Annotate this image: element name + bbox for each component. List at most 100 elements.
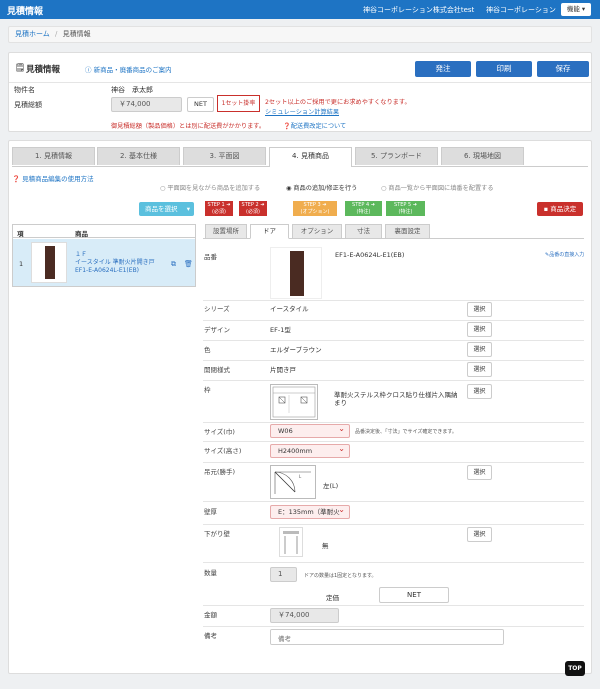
- breadcrumb-home-link[interactable]: 見積ホーム: [15, 30, 50, 38]
- frame-diagram: [270, 384, 318, 420]
- quantity-field: 1: [270, 567, 297, 582]
- subtab-back-setting[interactable]: 裏面設定: [385, 224, 430, 239]
- app-title: 見積情報: [7, 7, 44, 17]
- total-label: 見積総額: [14, 101, 42, 109]
- step-4[interactable]: STEP 4 ➜ (特注): [345, 201, 382, 216]
- quantity-note: ドアの数量は1固定となります。: [304, 573, 377, 579]
- subtab-option[interactable]: オプション: [292, 224, 342, 239]
- estimate-card: 🗒 見積情報 ⓘ 新商品・廃番商品のご案内 発注 印刷 保存 物件名 神谷 承太…: [8, 52, 592, 132]
- drop-wall-diagram-icon: [283, 531, 299, 554]
- list-price-toggle[interactable]: 定価: [326, 592, 339, 602]
- step-3[interactable]: STEP 3 ➜ (オプション): [293, 201, 337, 216]
- shipping-note: 御見積総額（製品価格）とは別に配送費がかかります。: [111, 123, 266, 130]
- remark-field[interactable]: [270, 629, 504, 645]
- breadcrumb-current: 見積情報: [62, 30, 91, 38]
- select-product-button[interactable]: 商品を選択 ▾: [139, 202, 194, 216]
- open-style-label: 開閉様式: [204, 366, 230, 374]
- wall-thickness-select[interactable]: E：135mm（準耐火: [270, 504, 350, 519]
- tab-basic-spec[interactable]: 2. 基本仕様: [97, 147, 180, 165]
- net-toggle-button[interactable]: NET: [379, 587, 449, 603]
- hinge-diagram: L: [270, 465, 316, 499]
- caret-down-icon: ▾: [186, 205, 190, 213]
- tab-site-map[interactable]: 6. 現場地図: [441, 147, 524, 165]
- open-style-select-button[interactable]: 選択: [467, 362, 492, 377]
- height-select[interactable]: H2400mm: [270, 443, 350, 458]
- remark-label: 備考: [204, 632, 217, 640]
- copy-icon[interactable]: ⧉: [171, 260, 176, 269]
- frame-label: 枠: [204, 386, 211, 394]
- estimate-title: 見積情報: [26, 65, 61, 75]
- company-name: 神谷コーポレーション株式会社test: [363, 6, 475, 14]
- user-company: 神谷コーポレーション: [486, 6, 556, 14]
- quantity-label: 数量: [204, 569, 217, 577]
- order-button[interactable]: 発注: [415, 61, 471, 77]
- howto-link[interactable]: ❓ 見積商品編集の使用方法: [12, 173, 94, 183]
- trash-icon[interactable]: 🗑: [184, 260, 193, 268]
- property-value: 神谷 承太郎: [111, 86, 153, 94]
- design-label: デザイン: [204, 326, 230, 334]
- row-thumbnail: [31, 242, 67, 283]
- hinge-select-button[interactable]: 選択: [467, 465, 492, 480]
- simulation-link[interactable]: シミュレーション計算結果: [265, 107, 339, 116]
- color-select-button[interactable]: 選択: [467, 342, 492, 357]
- decide-product-button[interactable]: ▪ 商品決定: [537, 202, 583, 216]
- radio-add-edit[interactable]: ◉ 商品の追加/修正を行う: [286, 183, 357, 192]
- print-button[interactable]: 印刷: [476, 61, 532, 77]
- open-style-value: 片開き戸: [270, 366, 296, 374]
- save-button[interactable]: 保存: [537, 61, 589, 77]
- drop-wall-value: 無: [322, 542, 329, 550]
- design-value: EF-1型: [270, 326, 291, 334]
- subtab-door[interactable]: ドア: [250, 224, 289, 239]
- wall-thickness-label: 壁厚: [204, 508, 217, 516]
- amount-value: ￥74,000: [270, 608, 339, 623]
- radio-add-from-plan[interactable]: ○ 平面図を見ながら商品を追加する: [160, 183, 260, 192]
- step-5[interactable]: STEP 5 ➜ (特注): [386, 201, 425, 216]
- width-note: 品番決定後、「寸法」でサイズ確定できます。: [355, 429, 457, 435]
- product-list-header: [12, 224, 196, 238]
- series-value: イースタイル: [270, 305, 309, 313]
- tab-estimate-products[interactable]: 4. 見積商品: [269, 147, 352, 167]
- frame-select-button[interactable]: 選択: [467, 384, 492, 399]
- top-navbar: 見積情報 神谷コーポレーション株式会社test 神谷コーポレーション 機能 ▾: [0, 0, 600, 19]
- radio-place-from-list[interactable]: ○ 商品一覧から平面図に填番を配置する: [381, 183, 494, 192]
- subtab-dimension[interactable]: 寸法: [345, 224, 382, 239]
- set-note: 2セット以上のご採用で更にお求めやすくなります。: [265, 99, 411, 106]
- width-select[interactable]: W06: [270, 423, 350, 438]
- frame-diagram-icon: [272, 386, 316, 418]
- tab-estimate-info[interactable]: 1. 見積情報: [12, 147, 95, 165]
- height-label: サイズ(高さ): [204, 447, 242, 455]
- question-icon: ❓: [283, 123, 291, 130]
- document-icon: 🗒: [15, 63, 26, 72]
- back-to-top-button[interactable]: TOP: [565, 661, 585, 676]
- design-select-button[interactable]: 選択: [467, 322, 492, 337]
- amount-label: 金額: [204, 611, 217, 619]
- color-value: エルダーブラウン: [270, 346, 322, 354]
- tab-floor-plan[interactable]: 3. 平面図: [183, 147, 266, 165]
- row-no: 1: [19, 260, 24, 268]
- new-product-link[interactable]: ⓘ 新商品・廃番商品のご案内: [85, 64, 172, 74]
- net-button[interactable]: NET: [187, 97, 214, 112]
- hinge-value: 左(L): [323, 482, 339, 490]
- total-value: ￥74,000: [111, 97, 182, 112]
- frame-value: 準耐火ステルス枠クロス貼り仕様片入隅納まり: [334, 391, 458, 407]
- color-label: 色: [204, 346, 211, 354]
- tab-plan-board[interactable]: 5. プランボード: [355, 147, 438, 165]
- shipping-link[interactable]: ❓配送費改定について: [283, 121, 346, 130]
- step-2[interactable]: STEP 2 ➜ (必須): [239, 201, 267, 216]
- col-no: 項: [17, 230, 24, 238]
- product-code-label: 品番: [204, 253, 217, 261]
- subtab-location[interactable]: 設置場所: [205, 224, 247, 239]
- function-menu-button[interactable]: 機能 ▾: [561, 3, 591, 16]
- property-label: 物件名: [14, 86, 35, 94]
- drop-wall-select-button[interactable]: 選択: [467, 527, 492, 542]
- breadcrumb: 見積ホーム / 見積情報: [8, 26, 592, 43]
- width-label: サイズ(巾): [204, 428, 235, 436]
- question-icon: ❓: [12, 175, 23, 183]
- step-1[interactable]: STEP 1 ➜ (必須): [205, 201, 233, 216]
- direct-input-link[interactable]: ✎品番の直接入力: [545, 251, 584, 258]
- door-image: [290, 251, 304, 296]
- svg-text:L: L: [299, 474, 302, 479]
- drop-wall-label: 下がり壁: [204, 530, 230, 538]
- door-image: [45, 246, 55, 279]
- series-select-button[interactable]: 選択: [467, 302, 492, 317]
